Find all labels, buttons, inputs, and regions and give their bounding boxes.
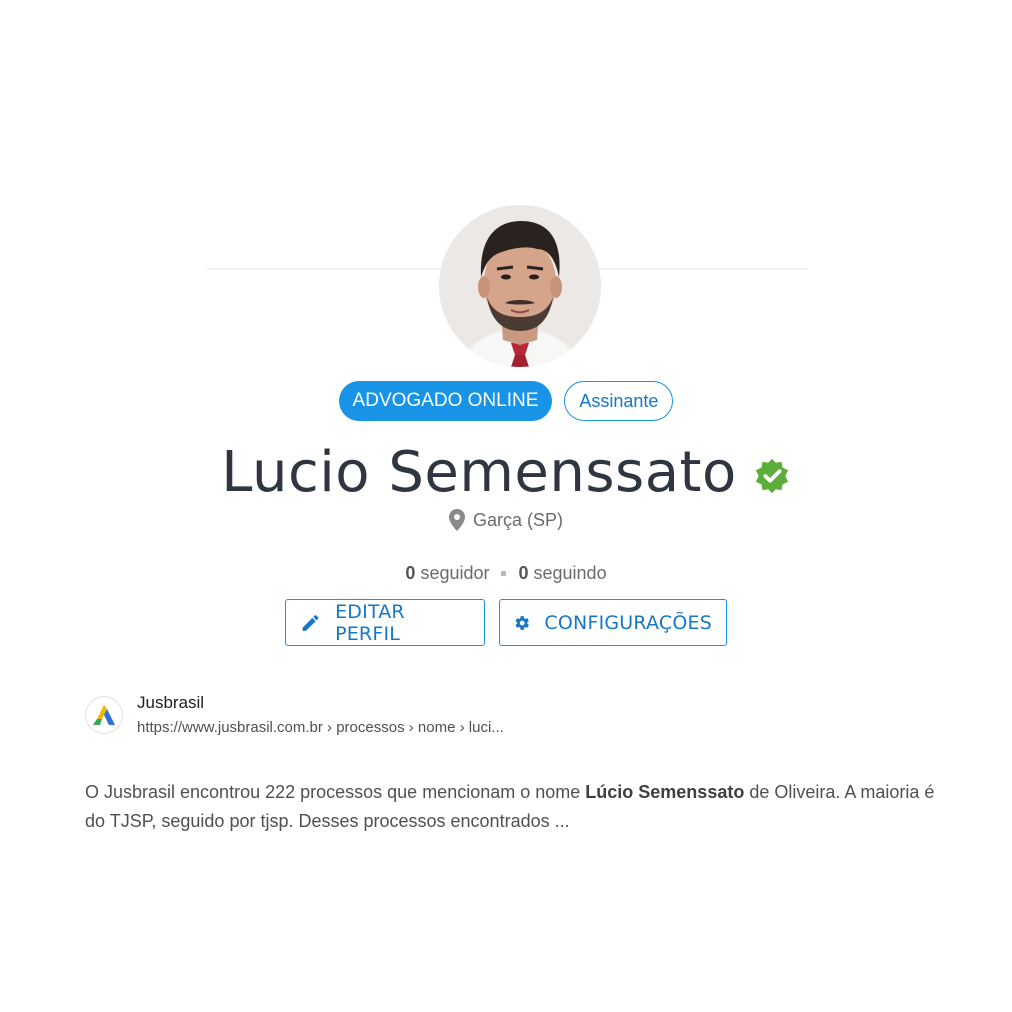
following-link[interactable]: 0 seguindo bbox=[518, 563, 606, 584]
search-result: Jusbrasil https://www.jusbrasil.com.br ›… bbox=[85, 692, 945, 836]
follow-stats: 0 seguidor 0 seguindo bbox=[0, 563, 1012, 584]
following-count: 0 bbox=[518, 563, 529, 583]
profile-name-row: Lucio Semenssato bbox=[0, 440, 1012, 505]
followers-link[interactable]: 0 seguidor bbox=[405, 563, 489, 584]
location-text: Garça (SP) bbox=[472, 509, 564, 530]
assinante-badge: Assinante bbox=[564, 381, 674, 421]
result-site-name: Jusbrasil bbox=[137, 693, 205, 712]
advogado-online-badge: ADVOGADO ONLINE bbox=[338, 381, 553, 421]
profile-name: Lucio Semenssato bbox=[221, 440, 737, 505]
profile-actions: EDITAR PERFIL CONFIGURAÇÕES bbox=[0, 599, 1012, 646]
followers-label: seguidor bbox=[420, 563, 490, 583]
avatar[interactable] bbox=[439, 205, 601, 367]
map-pin-icon bbox=[448, 509, 465, 531]
avatar-photo bbox=[439, 205, 601, 367]
separator-dot bbox=[501, 571, 507, 576]
pencil-icon bbox=[302, 614, 319, 631]
gear-icon bbox=[515, 615, 529, 630]
settings-label: CONFIGURAÇÕES bbox=[544, 611, 712, 634]
verified-check-icon bbox=[755, 458, 788, 493]
settings-button[interactable]: CONFIGURAÇÕES bbox=[499, 599, 727, 646]
edit-profile-label: EDITAR PERFIL bbox=[335, 600, 405, 645]
snippet-highlight: Lúcio Semenssato bbox=[585, 782, 745, 802]
result-header[interactable]: Jusbrasil https://www.jusbrasil.com.br ›… bbox=[85, 692, 945, 738]
result-snippet: O Jusbrasil encontrou 222 processos que … bbox=[85, 778, 945, 836]
snippet-text-start: O Jusbrasil encontrou 222 processos que … bbox=[85, 782, 586, 802]
jusbrasil-logo-icon bbox=[85, 696, 123, 734]
edit-profile-button[interactable]: EDITAR PERFIL bbox=[285, 599, 485, 646]
followers-count: 0 bbox=[405, 563, 416, 583]
location: Garça (SP) bbox=[0, 509, 1012, 531]
following-label: seguindo bbox=[533, 563, 607, 583]
jusbrasil-mark-icon bbox=[93, 705, 115, 725]
badge-row: ADVOGADO ONLINE Assinante bbox=[0, 381, 1012, 421]
result-url: https://www.jusbrasil.com.br › processos… bbox=[137, 719, 504, 736]
